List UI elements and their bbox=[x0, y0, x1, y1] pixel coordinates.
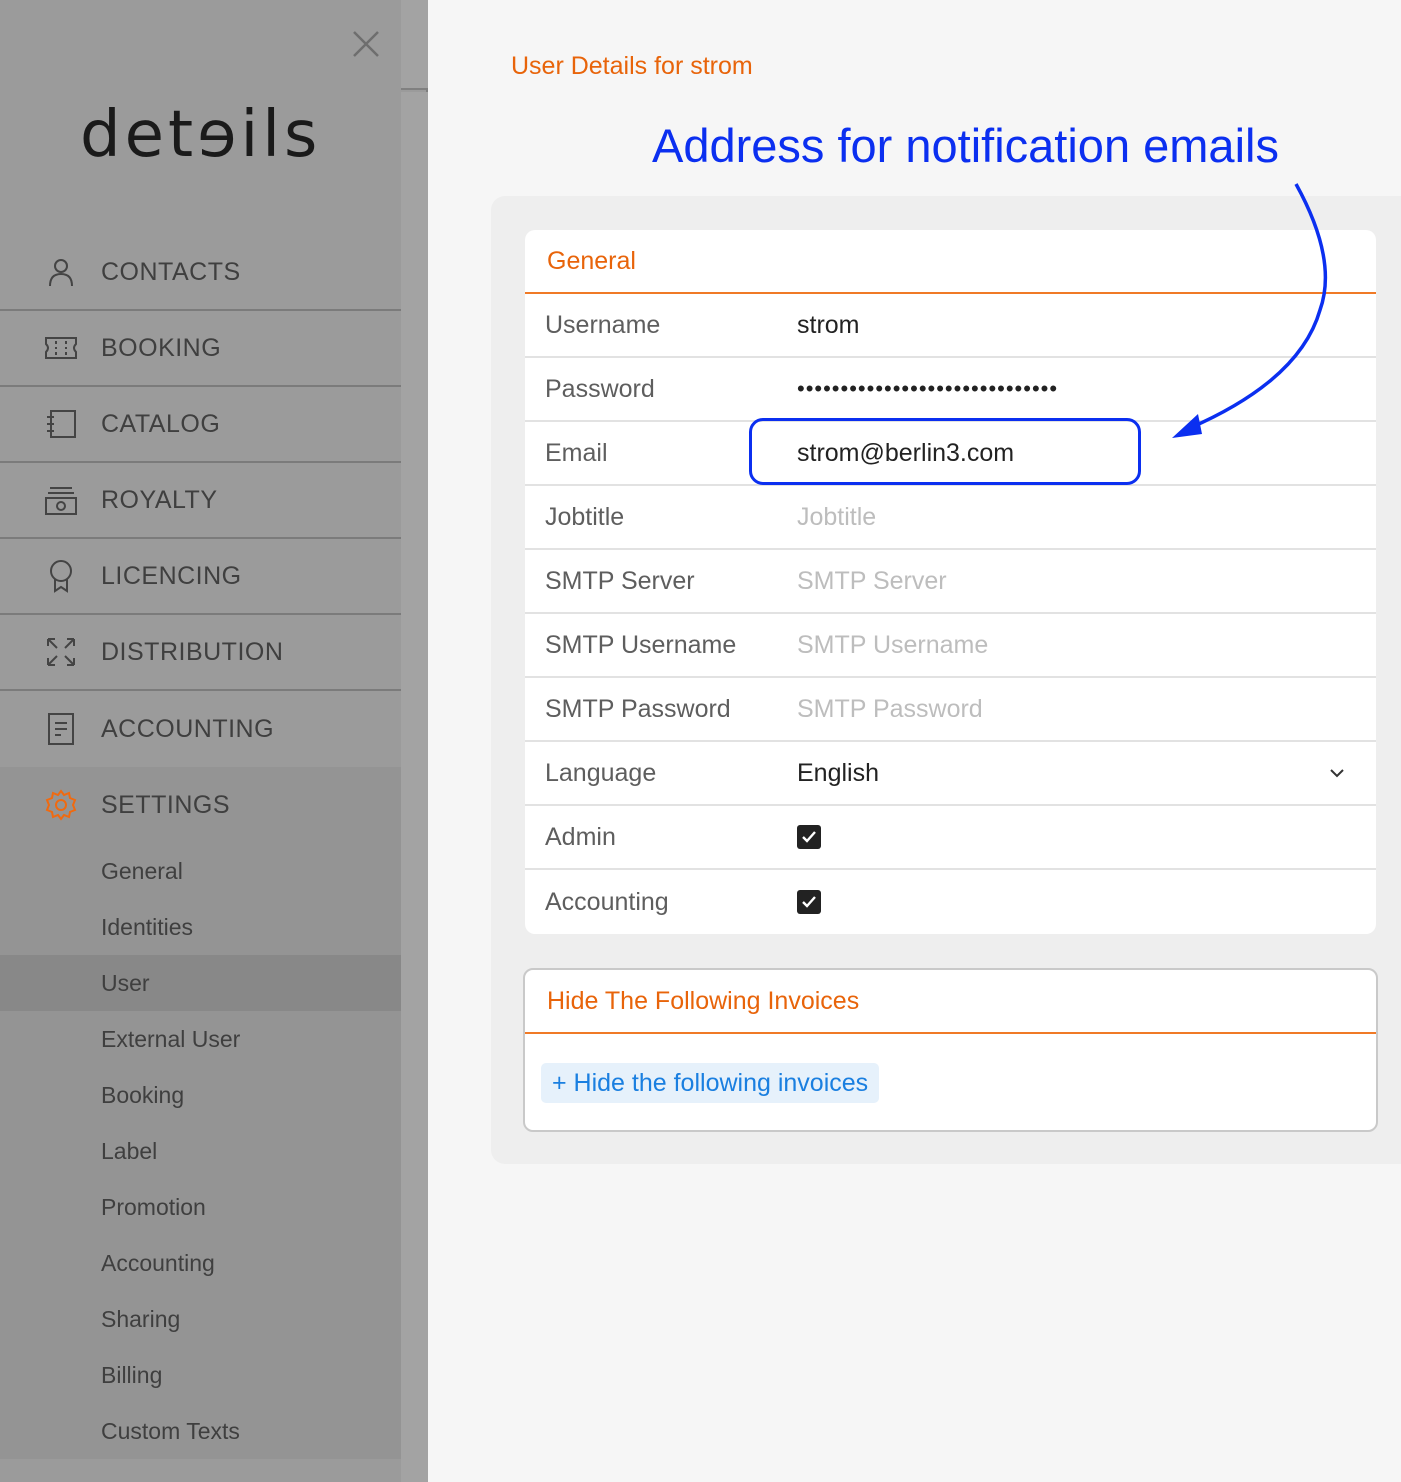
sidebar-item-catalog[interactable]: CATALOG bbox=[0, 387, 401, 463]
sidebar-item-accounting[interactable]: ACCOUNTING bbox=[0, 691, 401, 767]
smtp-password-label: SMTP Password bbox=[545, 694, 731, 723]
close-icon[interactable] bbox=[350, 28, 382, 60]
chevron-down-icon[interactable] bbox=[1328, 764, 1346, 782]
catalog-icon bbox=[43, 406, 79, 442]
settings-item-sharing[interactable]: Sharing bbox=[0, 1291, 401, 1347]
sidebar-item-label: CATALOG bbox=[101, 409, 221, 438]
settings-item-general[interactable]: General bbox=[0, 843, 401, 899]
sidebar-item-royalty[interactable]: ROYALTY bbox=[0, 463, 401, 539]
smtp-server-row: SMTP Server SMTP Server bbox=[525, 550, 1376, 614]
sidebar-divider bbox=[401, 0, 428, 90]
settings-item-external-user[interactable]: External User bbox=[0, 1011, 401, 1067]
smtp-password-field[interactable]: SMTP Password bbox=[797, 695, 983, 724]
award-icon bbox=[43, 558, 79, 594]
ticket-icon bbox=[43, 330, 79, 366]
sidebar-nav: CONTACTS BOOKING CATALOG ROYALTY LICENCI… bbox=[0, 235, 401, 1459]
annotation-arrow-icon bbox=[1172, 183, 1328, 438]
accounting-checkbox[interactable] bbox=[797, 890, 821, 914]
sidebar-item-distribution[interactable]: DISTRIBUTION bbox=[0, 615, 401, 691]
admin-row: Admin bbox=[525, 806, 1376, 870]
smtp-password-row: SMTP Password SMTP Password bbox=[525, 678, 1376, 742]
sidebar-item-label: BOOKING bbox=[101, 333, 222, 362]
smtp-server-label: SMTP Server bbox=[545, 566, 695, 595]
language-label: Language bbox=[545, 758, 657, 787]
sidebar-item-booking[interactable]: BOOKING bbox=[0, 311, 401, 387]
expand-arrows-icon bbox=[43, 634, 79, 670]
language-select[interactable]: English bbox=[797, 759, 879, 788]
sidebar-item-settings[interactable]: SETTINGS bbox=[0, 767, 401, 843]
settings-item-label[interactable]: Label bbox=[0, 1123, 401, 1179]
sidebar-item-licencing[interactable]: LICENCING bbox=[0, 539, 401, 615]
settings-section: SETTINGS General Identities User Externa… bbox=[0, 767, 401, 1459]
jobtitle-row: Jobtitle Jobtitle bbox=[525, 486, 1376, 550]
person-icon bbox=[43, 254, 79, 290]
sidebar-item-label: ACCOUNTING bbox=[101, 714, 275, 743]
logo: detɘils bbox=[80, 98, 322, 172]
admin-label: Admin bbox=[545, 822, 616, 851]
annotation-text: Address for notification emails bbox=[652, 119, 1279, 172]
smtp-username-label: SMTP Username bbox=[545, 630, 737, 659]
hide-invoices-card: Hide The Following Invoices + Hide the f… bbox=[523, 968, 1378, 1132]
page-title: User Details for strom bbox=[511, 52, 753, 80]
settings-item-custom-texts[interactable]: Custom Texts bbox=[0, 1403, 401, 1459]
add-hide-invoice-button[interactable]: + Hide the following invoices bbox=[541, 1063, 880, 1103]
checkmark-icon bbox=[802, 831, 816, 843]
document-icon bbox=[43, 711, 79, 747]
language-row[interactable]: Language English bbox=[525, 742, 1376, 806]
sidebar-item-label: LICENCING bbox=[101, 561, 242, 590]
settings-item-accounting[interactable]: Accounting bbox=[0, 1235, 401, 1291]
email-highlight-box bbox=[749, 418, 1141, 485]
jobtitle-field[interactable]: Jobtitle bbox=[797, 503, 876, 532]
password-field[interactable]: •••••••••••••••••••••••••••••• bbox=[797, 376, 1058, 402]
sidebar-item-label: SETTINGS bbox=[101, 790, 231, 819]
jobtitle-label: Jobtitle bbox=[545, 502, 625, 531]
settings-item-promotion[interactable]: Promotion bbox=[0, 1179, 401, 1235]
smtp-server-field[interactable]: SMTP Server bbox=[797, 567, 947, 596]
settings-item-booking[interactable]: Booking bbox=[0, 1067, 401, 1123]
username-field[interactable]: strom bbox=[797, 311, 860, 340]
settings-item-identities[interactable]: Identities bbox=[0, 899, 401, 955]
sidebar: detɘils CONTACTS BOOKING CATALOG ROYALTY bbox=[0, 0, 428, 1482]
accounting-label: Accounting bbox=[545, 887, 669, 916]
settings-item-user[interactable]: User bbox=[0, 955, 401, 1011]
sidebar-item-label: ROYALTY bbox=[101, 485, 218, 514]
smtp-username-row: SMTP Username SMTP Username bbox=[525, 614, 1376, 678]
sidebar-item-label: DISTRIBUTION bbox=[101, 637, 284, 666]
admin-checkbox[interactable] bbox=[797, 825, 821, 849]
sidebar-strip bbox=[401, 92, 428, 1482]
password-label: Password bbox=[545, 374, 655, 403]
checkmark-icon bbox=[802, 896, 816, 908]
username-label: Username bbox=[545, 310, 661, 339]
sidebar-item-label: CONTACTS bbox=[101, 257, 241, 286]
money-icon bbox=[43, 482, 79, 518]
settings-item-billing[interactable]: Billing bbox=[0, 1347, 401, 1403]
sidebar-item-contacts[interactable]: CONTACTS bbox=[0, 235, 401, 311]
gear-icon bbox=[43, 787, 79, 823]
hide-invoices-heading: Hide The Following Invoices bbox=[525, 970, 1376, 1034]
accounting-row: Accounting bbox=[525, 870, 1376, 934]
smtp-username-field[interactable]: SMTP Username bbox=[797, 631, 988, 660]
